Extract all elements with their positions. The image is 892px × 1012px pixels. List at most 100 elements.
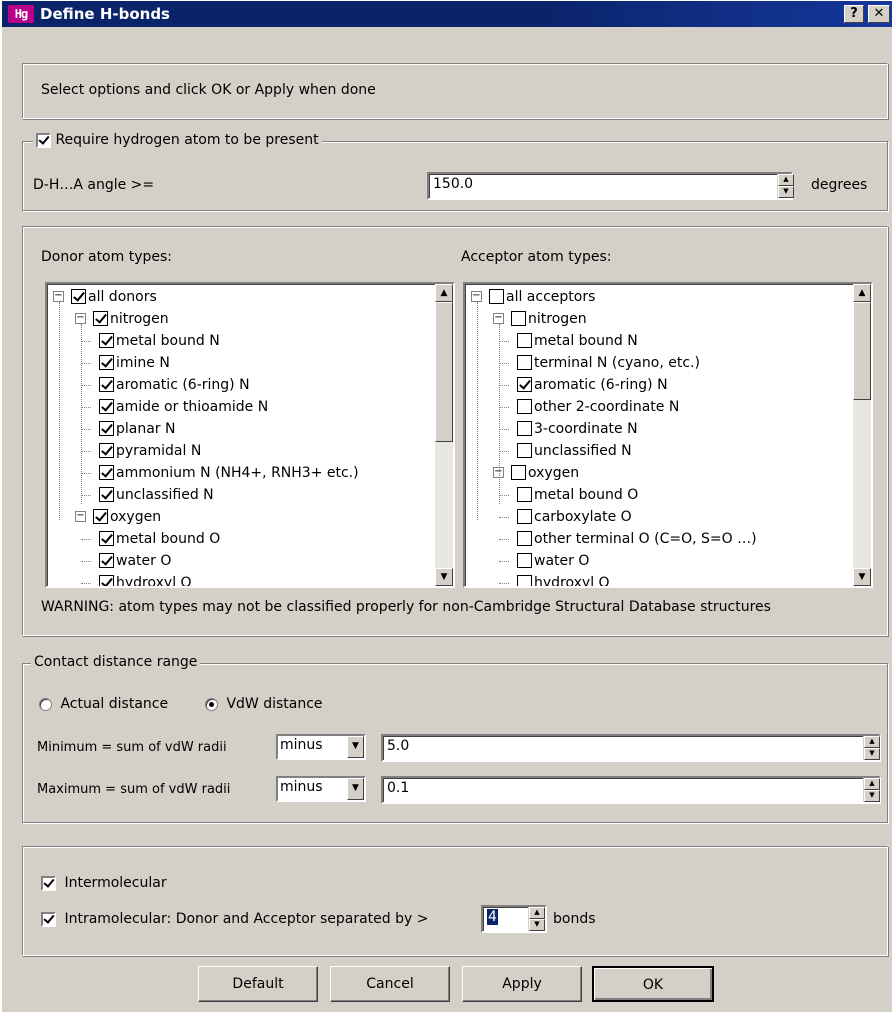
require-hydrogen-checkbox[interactable]: Require hydrogen atom to be present	[33, 132, 322, 148]
tree-item-checkbox[interactable]	[99, 354, 114, 370]
cancel-button[interactable]: Cancel	[330, 966, 450, 1002]
spin-down-icon[interactable]: ▼	[778, 186, 794, 198]
collapse-icon[interactable]: −	[493, 313, 504, 324]
angle-input[interactable]: 150.0	[427, 172, 793, 200]
scroll-thumb[interactable]	[435, 302, 453, 442]
collapse-icon[interactable]: −	[75, 313, 86, 324]
spin-down-icon[interactable]: ▼	[529, 919, 545, 931]
acceptor-tree[interactable]: − all acceptors − nitrogen metal bound Nterm…	[463, 282, 873, 588]
tree-item-checkbox[interactable]	[517, 552, 532, 568]
acceptor-tree-item[interactable]: metal bound O	[517, 484, 638, 506]
tree-item-checkbox[interactable]	[517, 332, 532, 348]
collapse-icon[interactable]: −	[75, 511, 86, 522]
tree-item-checkbox[interactable]	[489, 288, 504, 304]
donor-tree-item[interactable]: imine N	[99, 352, 170, 374]
tree-item-checkbox[interactable]	[517, 574, 532, 586]
min-operator-select[interactable]: minus ▼	[276, 734, 366, 760]
acceptor-tree-item[interactable]: metal bound N	[517, 330, 638, 352]
radio-vdw-icon[interactable]	[205, 697, 218, 711]
vertical-scrollbar[interactable]: ▲ ▼	[853, 284, 871, 586]
tree-item-checkbox[interactable]	[93, 310, 108, 326]
tree-item-checkbox[interactable]	[99, 464, 114, 480]
acceptor-tree-item[interactable]: all acceptors	[489, 286, 595, 308]
tree-item-checkbox[interactable]	[517, 442, 532, 458]
acceptor-tree-item[interactable]: terminal N (cyano, etc.)	[517, 352, 700, 374]
tree-item-checkbox[interactable]	[71, 288, 86, 304]
donor-tree-item[interactable]: oxygen	[93, 506, 161, 528]
acceptor-tree-item[interactable]: other 2-coordinate N	[517, 396, 679, 418]
vertical-scrollbar[interactable]: ▲ ▼	[435, 284, 453, 586]
max-operator-select[interactable]: minus ▼	[276, 776, 366, 802]
tree-item-checkbox[interactable]	[517, 354, 532, 370]
donor-tree-item[interactable]: metal bound N	[99, 330, 220, 352]
donor-tree-item[interactable]: metal bound O	[99, 528, 220, 550]
acceptor-tree-item[interactable]: water O	[517, 550, 589, 572]
acceptor-tree-item[interactable]: oxygen	[511, 462, 579, 484]
bond-spinner[interactable]: ▲ ▼	[528, 907, 545, 931]
spin-down-icon[interactable]: ▼	[864, 790, 880, 802]
spin-up-icon[interactable]: ▲	[864, 736, 880, 748]
acceptor-tree-item[interactable]: 3-coordinate N	[517, 418, 638, 440]
acceptor-tree-item[interactable]: nitrogen	[511, 308, 587, 330]
tree-item-checkbox[interactable]	[99, 574, 114, 586]
tree-item-checkbox[interactable]	[517, 376, 532, 392]
collapse-icon[interactable]: −	[471, 291, 482, 302]
intermolecular-check[interactable]	[41, 875, 56, 891]
scroll-up-icon[interactable]: ▲	[853, 284, 871, 302]
radio-vdw-distance[interactable]: VdW distance	[205, 696, 323, 712]
acceptor-tree-item[interactable]: aromatic (6-ring) N	[517, 374, 668, 396]
scroll-thumb[interactable]	[853, 302, 871, 400]
tree-item-checkbox[interactable]	[93, 508, 108, 524]
spin-up-icon[interactable]: ▲	[864, 778, 880, 790]
radio-actual-distance[interactable]: Actual distance	[39, 696, 168, 712]
ok-button[interactable]: OK	[592, 966, 714, 1002]
radio-actual-icon[interactable]	[39, 697, 52, 711]
title-bar[interactable]: Hg Define H-bonds ? ✕	[2, 1, 892, 27]
chevron-down-icon[interactable]: ▼	[347, 736, 364, 758]
scroll-up-icon[interactable]: ▲	[435, 284, 453, 302]
tree-item-checkbox[interactable]	[517, 420, 532, 436]
min-value-input[interactable]: 5.0	[381, 734, 881, 762]
tree-item-checkbox[interactable]	[517, 486, 532, 502]
donor-tree-item[interactable]: planar N	[99, 418, 176, 440]
intermolecular-checkbox[interactable]: Intermolecular	[41, 875, 167, 891]
acceptor-tree-item[interactable]: other terminal O (C=O, S=O …)	[517, 528, 757, 550]
spin-down-icon[interactable]: ▼	[864, 748, 880, 760]
donor-tree-item[interactable]: unclassified N	[99, 484, 214, 506]
donor-tree-item[interactable]: all donors	[71, 286, 157, 308]
spin-up-icon[interactable]: ▲	[778, 174, 794, 186]
tree-item-checkbox[interactable]	[511, 310, 526, 326]
close-button[interactable]: ✕	[868, 5, 890, 23]
acceptor-tree-item[interactable]: hydroxyl O	[517, 572, 610, 586]
donor-tree-item[interactable]: ammonium N (NH4+, RNH3+ etc.)	[99, 462, 359, 484]
tree-item-checkbox[interactable]	[99, 552, 114, 568]
donor-tree-item[interactable]: aromatic (6-ring) N	[99, 374, 250, 396]
donor-tree-item[interactable]: hydroxyl O	[99, 572, 192, 586]
tree-item-checkbox[interactable]	[99, 332, 114, 348]
max-spinner[interactable]: ▲ ▼	[863, 778, 880, 802]
tree-item-checkbox[interactable]	[517, 398, 532, 414]
donor-tree-item[interactable]: pyramidal N	[99, 440, 201, 462]
scroll-down-icon[interactable]: ▼	[435, 568, 453, 586]
tree-item-checkbox[interactable]	[511, 464, 526, 480]
tree-item-checkbox[interactable]	[517, 508, 532, 524]
donor-tree-item[interactable]: nitrogen	[93, 308, 169, 330]
acceptor-tree-item[interactable]: carboxylate O	[517, 506, 632, 528]
donor-tree[interactable]: − all donors − nitrogen metal bound Nimine N…	[45, 282, 455, 588]
intramolecular-checkbox[interactable]: Intramolecular: Donor and Acceptor separ…	[41, 911, 428, 927]
require-hydrogen-check[interactable]	[36, 132, 51, 148]
tree-item-checkbox[interactable]	[99, 420, 114, 436]
scroll-down-icon[interactable]: ▼	[853, 568, 871, 586]
collapse-icon[interactable]: −	[53, 291, 64, 302]
donor-tree-item[interactable]: water O	[99, 550, 171, 572]
donor-tree-item[interactable]: amide or thioamide N	[99, 396, 268, 418]
max-value-input[interactable]: 0.1	[381, 776, 881, 804]
tree-item-checkbox[interactable]	[99, 486, 114, 502]
tree-item-checkbox[interactable]	[99, 530, 114, 546]
acceptor-tree-item[interactable]: unclassified N	[517, 440, 632, 462]
tree-item-checkbox[interactable]	[99, 442, 114, 458]
angle-spinner[interactable]: ▲ ▼	[777, 174, 794, 198]
intramolecular-check[interactable]	[41, 911, 56, 927]
tree-item-checkbox[interactable]	[99, 376, 114, 392]
apply-button[interactable]: Apply	[462, 966, 582, 1002]
